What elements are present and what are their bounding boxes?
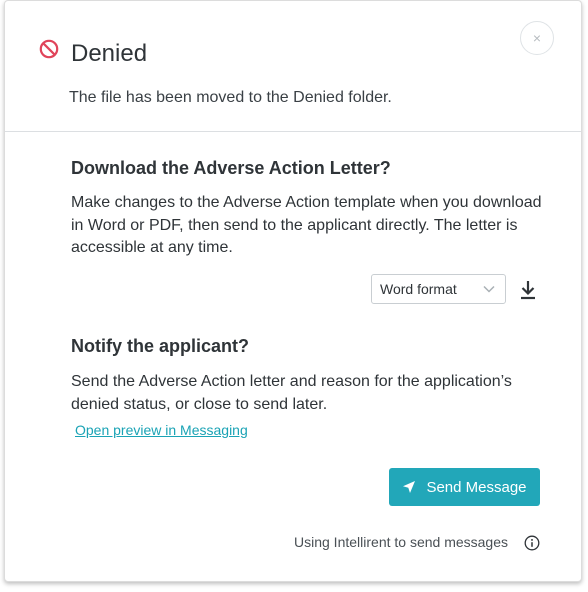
close-button[interactable]: ×: [520, 21, 554, 55]
denied-modal: × Denied The file has been moved to the …: [4, 0, 582, 582]
download-heading: Download the Adverse Action Letter?: [71, 158, 391, 178]
modal-title: Denied: [71, 40, 148, 67]
modal-subtitle: The file has been moved to the Denied fo…: [69, 89, 392, 106]
divider: [5, 131, 581, 132]
send-message-label: Send Message: [426, 478, 527, 496]
download-description: Make changes to the Adverse Action templ…: [71, 194, 542, 256]
footer-note: Using Intellirent to send messages: [294, 534, 508, 550]
close-icon: ×: [532, 30, 542, 46]
open-preview-link[interactable]: Open preview in Messaging: [75, 422, 248, 438]
download-icon[interactable]: [519, 280, 537, 300]
denied-icon: [39, 39, 59, 59]
format-select[interactable]: Word format: [371, 274, 506, 304]
send-message-button[interactable]: Send Message: [389, 468, 540, 506]
paper-plane-icon: [403, 481, 416, 493]
info-icon[interactable]: [524, 535, 540, 551]
format-select-value: Word format: [380, 281, 457, 297]
notify-heading: Notify the applicant?: [71, 336, 250, 356]
chevron-down-icon: [483, 285, 495, 293]
notify-description: Send the Adverse Action letter and reaso…: [71, 373, 512, 413]
